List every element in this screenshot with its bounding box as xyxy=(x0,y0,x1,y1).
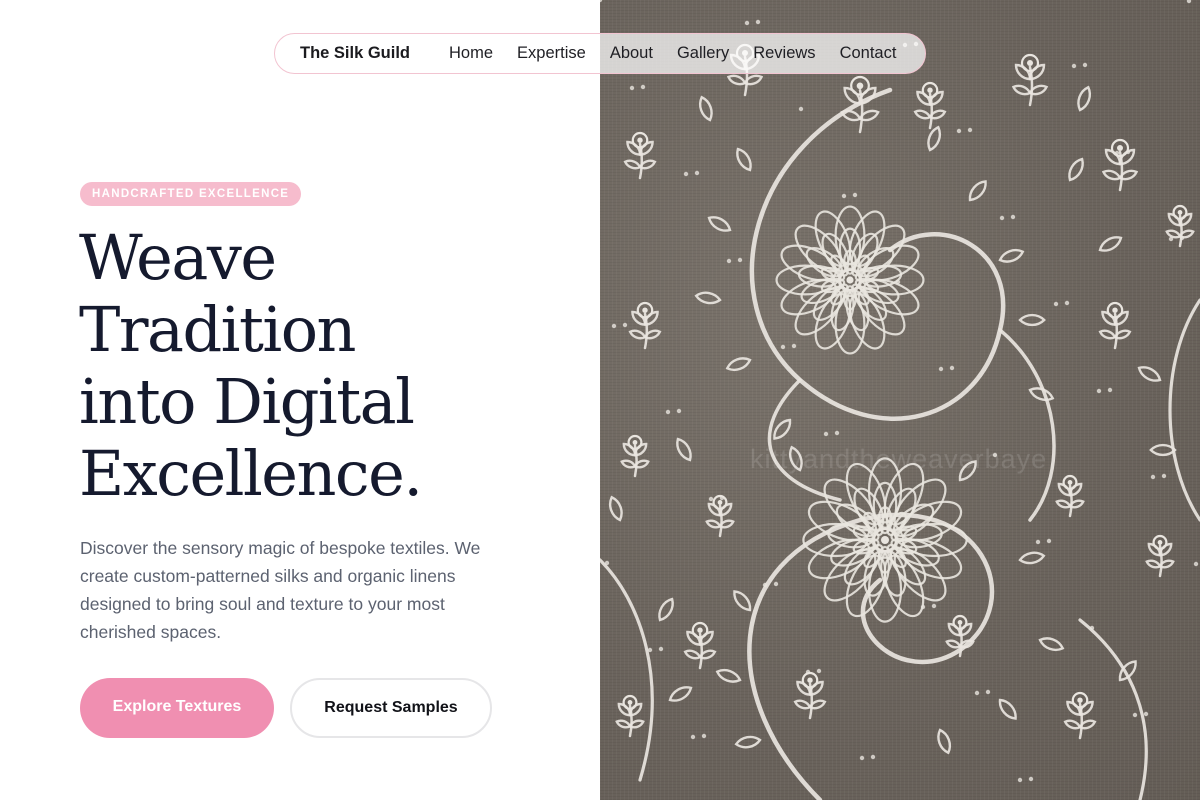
nav-link-expertise[interactable]: Expertise xyxy=(517,44,586,63)
nav-link-gallery[interactable]: Gallery xyxy=(677,44,729,63)
headline-line: Excellence. xyxy=(79,437,423,510)
request-samples-button[interactable]: Request Samples xyxy=(290,678,492,738)
nav-link-about[interactable]: About xyxy=(610,44,653,63)
headline-line: Weave xyxy=(79,221,277,294)
nav-links: Home Expertise About Gallery Reviews Con… xyxy=(449,44,920,63)
hero-badge: HANDCRAFTED EXCELLENCE xyxy=(80,182,302,206)
landing-page: kittyandtheweaverbaye The Silk Guild Hom… xyxy=(0,0,1200,800)
hero-image-embroidered-fabric: kittyandtheweaverbaye xyxy=(600,0,1200,800)
nav-link-reviews[interactable]: Reviews xyxy=(753,44,815,63)
top-navbar: The Silk Guild Home Expertise About Gall… xyxy=(274,33,926,74)
image-watermark: kittyandtheweaverbaye xyxy=(750,444,1048,474)
hero-headline: Weave Tradition into Digital Excellence. xyxy=(79,222,579,510)
headline-line: into Digital xyxy=(79,365,415,438)
headline-line: Tradition xyxy=(79,293,356,366)
embroidery-pattern xyxy=(600,0,1200,800)
brand-logo-text[interactable]: The Silk Guild xyxy=(300,44,410,63)
nav-link-contact[interactable]: Contact xyxy=(840,44,897,63)
hero-description: Discover the sensory magic of bespoke te… xyxy=(80,538,481,642)
explore-textures-button[interactable]: Explore Textures xyxy=(80,678,274,738)
nav-link-home[interactable]: Home xyxy=(449,44,493,63)
